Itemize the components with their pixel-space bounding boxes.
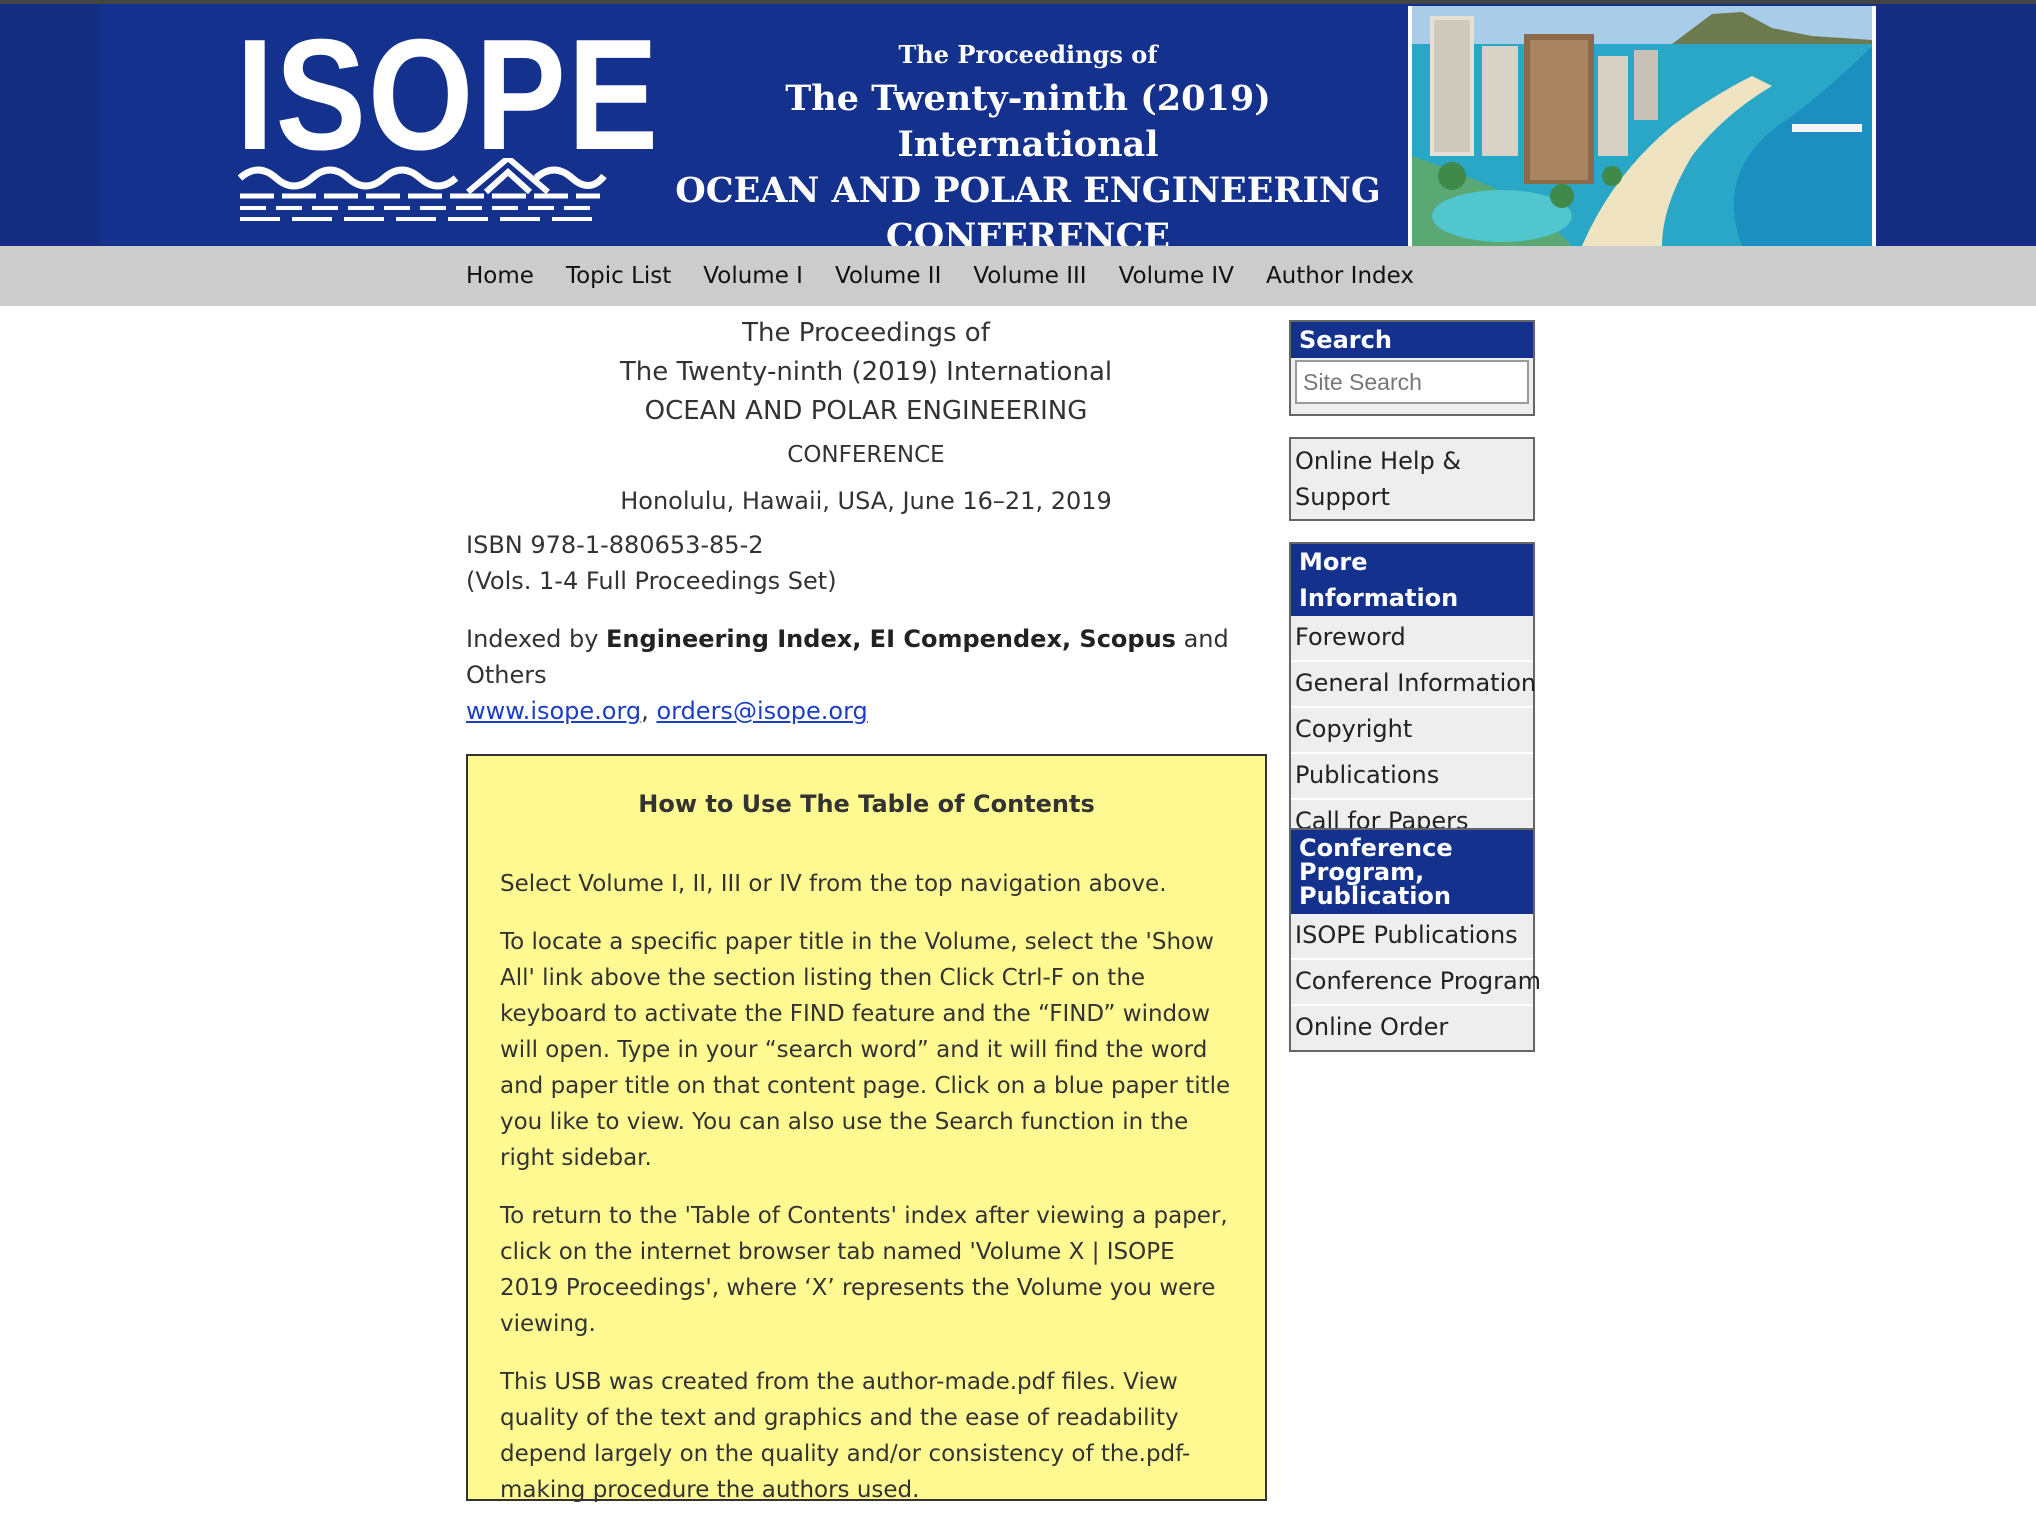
proceedings-line3: OCEAN AND POLAR ENGINEERING: [644, 396, 1088, 426]
conference-location: Honolulu, Hawaii, USA, June 16–21, 2019: [620, 487, 1112, 515]
link-separator: ,: [641, 697, 657, 725]
more-information-panel: More Information Foreword General Inform…: [1289, 542, 1536, 846]
sidebar-item-online-order[interactable]: Online Order: [1291, 1004, 1533, 1050]
sidebar-item-copyright[interactable]: Copyright: [1291, 706, 1533, 752]
proceedings-line1: The Proceedings of: [742, 318, 990, 348]
contact-links: www.isope.org, orders@isope.org: [466, 693, 1266, 729]
main-content: The Proceedings of The Twenty-ninth (201…: [466, 314, 1266, 729]
how-to-paragraph-4: This USB was created from the author-mad…: [500, 1369, 1191, 1503]
nav-volume-2[interactable]: Volume II: [835, 263, 941, 289]
banner-title-line2: OCEAN AND POLAR ENGINEERING: [675, 170, 1381, 211]
honolulu-beach-photo: [1408, 6, 1876, 246]
banner-pretitle: The Proceedings of: [898, 40, 1158, 69]
banner-title: The Proceedings of The Twenty-ninth (201…: [668, 34, 1388, 260]
conference-program-title: Conference Program, Publication: [1291, 830, 1533, 914]
top-navigation: Home Topic List Volume I Volume II Volum…: [0, 246, 2036, 306]
proceedings-line4: CONFERENCE: [787, 442, 945, 468]
nav-volume-1[interactable]: Volume I: [703, 263, 803, 289]
help-panel: Online Help & Support: [1289, 437, 1535, 521]
sidebar-item-publications[interactable]: Publications: [1291, 752, 1533, 798]
banner-inner: ISOPE The Proceedings of The Twenty-nint…: [100, 4, 1877, 257]
search-panel: Search: [1289, 320, 1535, 416]
nav-home[interactable]: Home: [466, 263, 534, 289]
indexed-prefix: Indexed by: [466, 625, 607, 653]
beach-photo-icon: [1412, 6, 1872, 246]
nav-topic-list[interactable]: Topic List: [566, 263, 671, 289]
sidebar-item-conference-program[interactable]: Conference Program: [1291, 958, 1541, 1004]
conference-program-panel: Conference Program, Publication ISOPE Pu…: [1289, 828, 1541, 1052]
nav-list: Home Topic List Volume I Volume II Volum…: [466, 246, 1446, 306]
banner-title-line1: The Twenty-ninth (2019) International: [785, 78, 1271, 165]
email-link[interactable]: orders@isope.org: [656, 697, 867, 725]
sidebar-item-isope-publications[interactable]: ISOPE Publications: [1291, 914, 1533, 958]
how-to-paragraph-3: To return to the 'Table of Contents' ind…: [500, 1203, 1228, 1337]
nav-author-index[interactable]: Author Index: [1266, 263, 1414, 289]
set-note: (Vols. 1-4 Full Proceedings Set): [466, 567, 837, 595]
isbn: ISBN 978-1-880653-85-2: [466, 531, 764, 559]
nav-volume-4[interactable]: Volume IV: [1119, 263, 1234, 289]
proceedings-line2: The Twenty-ninth (2019) International: [619, 357, 1113, 387]
search-title: Search: [1291, 322, 1533, 358]
isope-logo[interactable]: ISOPE: [236, 16, 658, 230]
how-to-paragraph-2: To locate a specific paper title in the …: [500, 929, 1231, 1171]
site-banner: ISOPE The Proceedings of The Twenty-nint…: [0, 4, 2036, 257]
online-help-link[interactable]: Online Help & Support: [1291, 439, 1533, 515]
how-to-title: How to Use The Table of Contents: [638, 790, 1095, 818]
indexed-by: Indexed by Engineering Index, EI Compend…: [466, 621, 1266, 693]
waves-icon: [237, 158, 607, 221]
logo-text: ISOPE: [236, 7, 660, 183]
how-to-use-box: How to Use The Table of Contents Select …: [466, 754, 1267, 1503]
nav-volume-3[interactable]: Volume III: [973, 263, 1086, 289]
more-information-title: More Information: [1291, 544, 1533, 616]
sidebar-item-general-information[interactable]: General Information: [1291, 660, 1536, 706]
how-to-paragraph-1: Select Volume I, II, III or IV from the …: [500, 871, 1167, 897]
site-search-input[interactable]: [1295, 360, 1529, 404]
sidebar-item-foreword[interactable]: Foreword: [1291, 616, 1533, 660]
website-link[interactable]: www.isope.org: [466, 697, 641, 725]
indexed-databases: Engineering Index, EI Compendex, Scopus: [606, 625, 1176, 653]
